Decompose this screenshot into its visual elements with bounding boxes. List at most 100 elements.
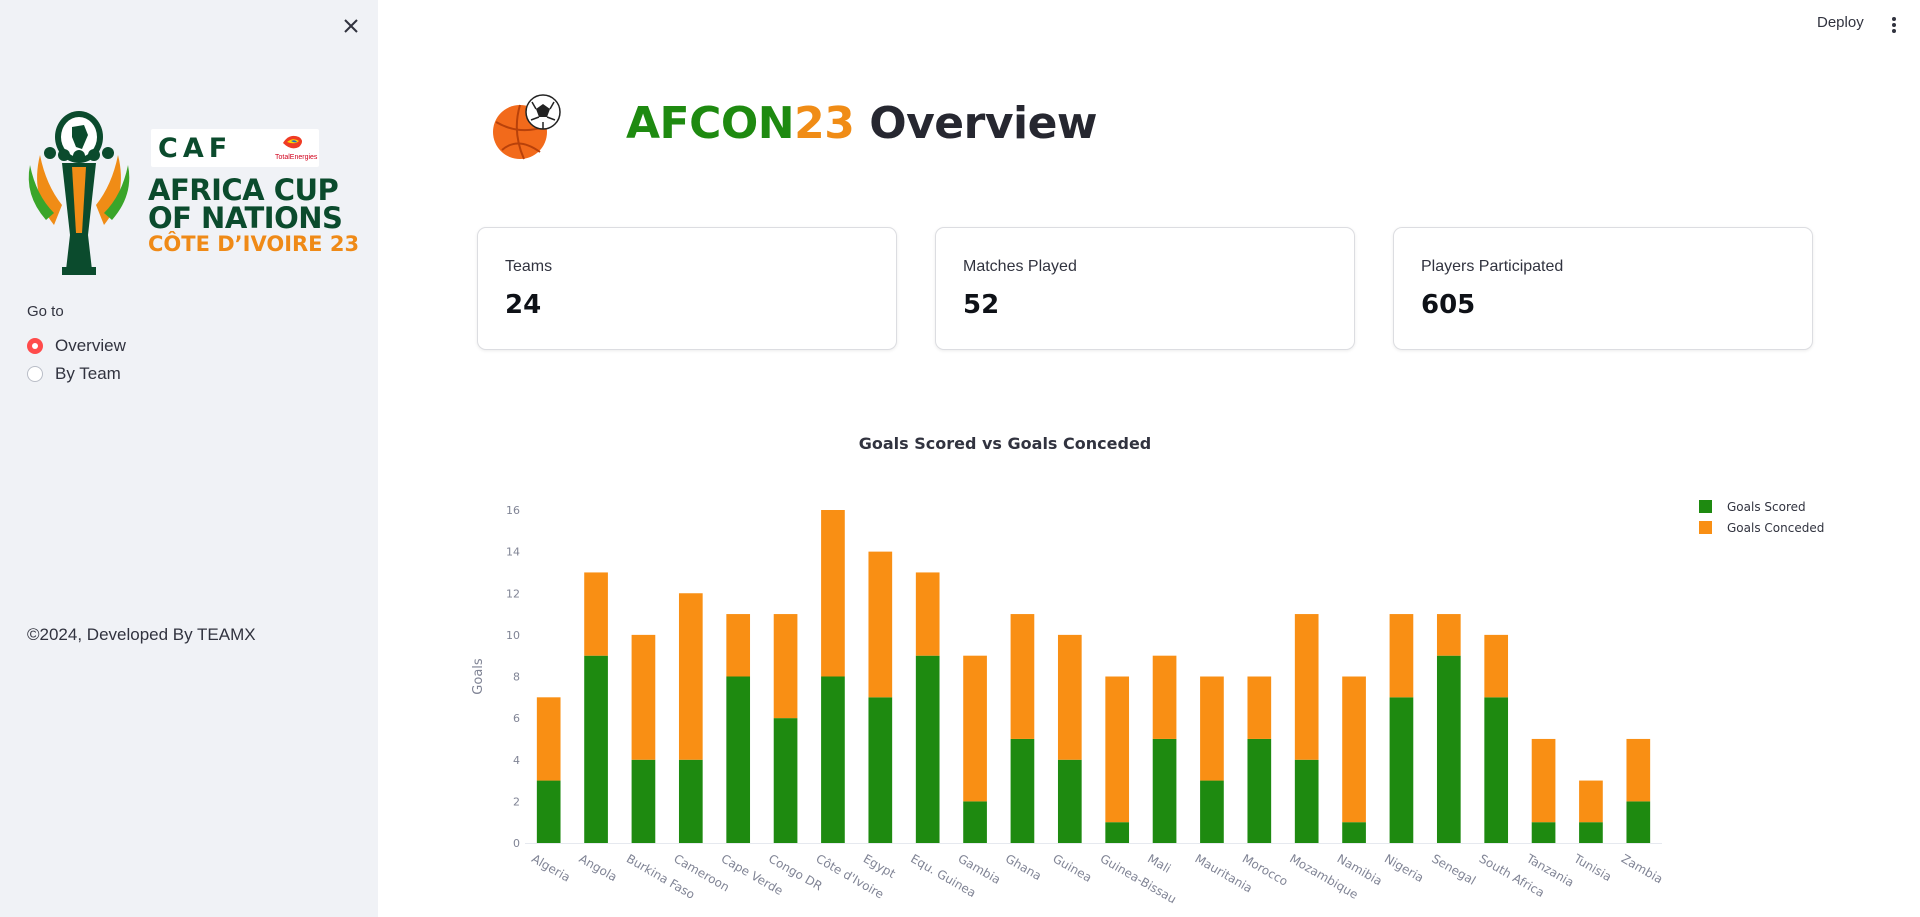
x-tick-label: Nigeria [1382, 851, 1426, 885]
bar-goals-scored [678, 759, 703, 843]
close-sidebar-button[interactable] [340, 15, 362, 37]
bar-goals-conceded [1247, 676, 1272, 739]
bar-goals-scored [631, 759, 656, 843]
x-tick-label: Zambia [1619, 851, 1665, 886]
bar-goals-conceded [536, 697, 561, 781]
totalenergies-logo-icon [283, 135, 302, 149]
bar-goals-conceded [915, 572, 940, 656]
y-tick-label: 0 [513, 837, 520, 850]
bar-goals-conceded [1294, 614, 1319, 760]
bar-goals-scored [773, 718, 798, 843]
title-year: 23 [794, 98, 855, 149]
radio-option-by-team[interactable]: By Team [27, 362, 121, 386]
bar-goals-conceded [1200, 676, 1224, 781]
bar-goals-conceded [1484, 634, 1509, 698]
bar-goals-conceded [1579, 780, 1603, 823]
main-menu-button[interactable] [1889, 15, 1899, 35]
bar-goals-scored [915, 655, 940, 843]
bar-goals-scored [963, 801, 987, 843]
title-afcon: AFCON [626, 98, 795, 149]
legend-label: Goals Conceded [1727, 521, 1824, 535]
goto-label: Go to [27, 303, 64, 320]
y-tick-label: 10 [506, 629, 520, 642]
more-vertical-icon [1892, 17, 1896, 33]
x-tick-label: Ghana [1003, 851, 1044, 883]
radio-label-by-team: By Team [55, 364, 121, 383]
bar-goals-scored [1152, 738, 1177, 843]
x-tick-label: Tunisia [1571, 851, 1614, 884]
bar-goals-scored [1342, 822, 1366, 843]
bar-goals-conceded [1010, 614, 1035, 739]
bar-goals-conceded [1342, 676, 1366, 823]
bar-goals-scored [821, 676, 845, 843]
y-axis-label: Goals [471, 658, 486, 695]
bar-goals-conceded [1105, 676, 1130, 823]
bar-goals-scored [1010, 738, 1035, 843]
bar-goals-conceded [773, 614, 798, 719]
bar-goals-scored [1389, 697, 1414, 843]
bar-goals-scored [1531, 822, 1556, 843]
y-tick-label: 4 [513, 754, 520, 767]
afcon-logo: CAF TotalEnergies AFRICA CUP OF NATIONS … [24, 105, 359, 280]
bar-goals-scored [1057, 759, 1082, 843]
bar-goals-scored [868, 697, 893, 843]
bar-goals-scored [1436, 655, 1461, 843]
metric-label: Players Participated [1421, 258, 1564, 275]
radio-button-checked[interactable] [27, 338, 43, 354]
bar-goals-conceded [1057, 634, 1082, 760]
legend-swatch [1699, 500, 1712, 513]
y-tick-label: 16 [506, 504, 520, 517]
x-tick-label: Guinea [1050, 851, 1094, 884]
radio-button-unchecked[interactable] [27, 366, 43, 382]
x-tick-label: Mali [1145, 851, 1173, 875]
bar-goals-conceded [1531, 738, 1556, 823]
bar-goals-conceded [1436, 614, 1461, 656]
bar-goals-conceded [631, 634, 656, 760]
bar-goals-scored [1247, 738, 1272, 843]
basketball-soccer-icon [493, 94, 561, 160]
metric-value: 52 [963, 290, 1000, 320]
trophy-icon [28, 111, 130, 275]
bar-goals-scored [1579, 822, 1603, 843]
bar-goals-conceded [678, 593, 703, 760]
sidebar: CAF TotalEnergies AFRICA CUP OF NATIONS … [0, 0, 378, 917]
bar-goals-scored [1294, 759, 1319, 843]
x-tick-label: Senegal [1429, 851, 1478, 887]
legend-label: Goals Scored [1727, 500, 1806, 514]
x-tick-label: Egypt [861, 851, 898, 881]
goals-chart: Goals Scored vs Goals Conceded 0 2 4 6 8 10 12 1… [460, 420, 1860, 917]
close-icon [344, 19, 358, 33]
bar-goals-scored [536, 780, 561, 843]
bar-goals-conceded [1152, 655, 1177, 739]
y-tick-label: 14 [506, 546, 520, 559]
legend-swatch [1699, 521, 1712, 534]
metric-label: Teams [505, 258, 553, 275]
radio-option-overview[interactable]: Overview [27, 334, 126, 358]
metric-value: 24 [505, 290, 542, 320]
chart-title: Goals Scored vs Goals Conceded [859, 434, 1152, 453]
bar-goals-conceded [584, 572, 608, 656]
title-overview: Overview [854, 98, 1098, 149]
x-tick-label: Angola [577, 851, 620, 884]
sidebar-footer: ©2024, Developed By TEAMX [27, 625, 256, 644]
bar-goals-conceded [1626, 738, 1651, 802]
bar-goals-conceded [726, 614, 751, 677]
bar-goals-conceded [963, 655, 987, 802]
page-title: AFCON23 Overview [626, 98, 1098, 149]
deploy-button[interactable]: Deploy [1817, 14, 1864, 31]
y-tick-label: 6 [513, 712, 520, 725]
logo-line-2: OF NATIONS [148, 201, 343, 235]
metric-value: 605 [1421, 290, 1476, 320]
metric-label: Matches Played [963, 258, 1077, 275]
radio-label-overview: Overview [55, 336, 126, 355]
bar-goals-scored [1105, 822, 1130, 843]
caf-badge: CAF TotalEnergies [151, 129, 319, 167]
bar-goals-conceded [821, 510, 845, 677]
x-tick-label: Algeria [529, 851, 573, 884]
bar-goals-conceded [868, 551, 893, 698]
bar-goals-scored [1626, 801, 1651, 843]
metric-card-teams: Teams 24 [477, 227, 897, 350]
goals-chart-svg: Goals Scored vs Goals Conceded 0 2 4 6 8 10 12 1… [471, 434, 1824, 906]
bar-goals-conceded [1389, 614, 1414, 698]
y-tick-label: 12 [506, 587, 520, 600]
